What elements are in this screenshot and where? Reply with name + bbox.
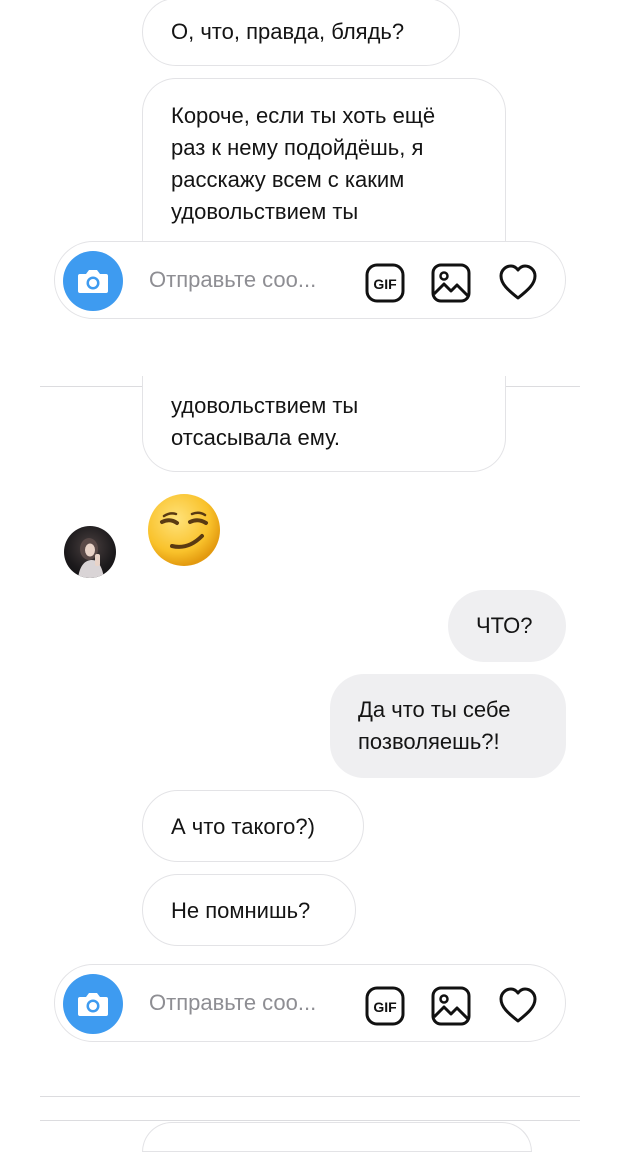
gallery-icon[interactable] — [431, 263, 471, 303]
message-incoming: О, что, правда, блядь? — [142, 0, 460, 66]
camera-button[interactable] — [63, 974, 123, 1034]
heart-icon[interactable] — [498, 986, 538, 1026]
heart-icon[interactable] — [498, 263, 538, 303]
svg-text:GIF: GIF — [373, 276, 397, 292]
gif-icon[interactable]: GIF — [365, 263, 405, 303]
screenshot-divider — [40, 1096, 580, 1097]
message-composer[interactable]: Отправьте соо... GIF — [54, 964, 566, 1042]
message-outgoing: Да что ты себе позволяешь?! — [330, 674, 566, 778]
smirk-emoji — [148, 494, 220, 566]
message-input-placeholder[interactable]: Отправьте соо... — [149, 990, 316, 1016]
message-incoming: Не помнишь? — [142, 874, 356, 946]
gallery-icon[interactable] — [431, 986, 471, 1026]
camera-icon — [78, 270, 108, 293]
avatar-image — [78, 538, 104, 578]
screenshot-divider — [40, 1120, 580, 1121]
svg-text:GIF: GIF — [373, 999, 397, 1015]
avatar[interactable] — [64, 526, 116, 578]
message-outgoing: ЧТО? — [448, 590, 566, 662]
message-input-placeholder[interactable]: Отправьте соо... — [149, 267, 316, 293]
message-incoming-cropped: Короче, если ты хоть ещё раз к нему подо… — [142, 78, 506, 248]
camera-button[interactable] — [63, 251, 123, 311]
camera-icon — [78, 993, 108, 1016]
message-incoming-continued: удовольствием ты отсасывала ему. — [142, 376, 506, 472]
message-incoming-cropped — [142, 1122, 532, 1152]
message-composer[interactable]: Отправьте соо... GIF — [54, 241, 566, 319]
message-incoming: А что такого?) — [142, 790, 364, 862]
gif-icon[interactable]: GIF — [365, 986, 405, 1026]
